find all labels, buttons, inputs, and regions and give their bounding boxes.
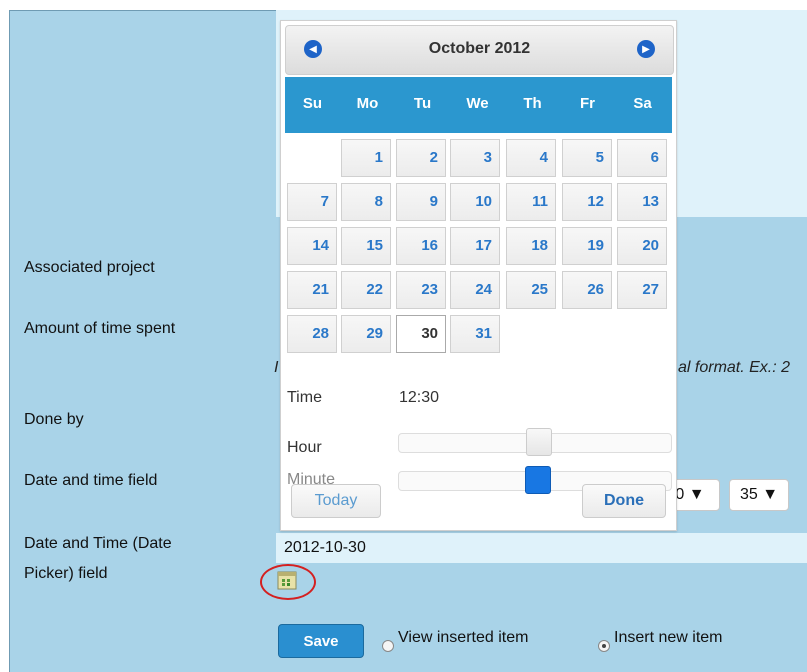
hint-fragment: I [274, 359, 279, 376]
day-20[interactable]: 20 [617, 227, 667, 265]
day-7[interactable]: 7 [287, 183, 337, 221]
radio-insert-new[interactable] [598, 640, 610, 652]
month-title: October 2012 [428, 40, 531, 57]
day-23[interactable]: 23 [396, 271, 446, 309]
weekday-we: We [466, 95, 489, 112]
day-31[interactable]: 31 [450, 315, 500, 353]
save-button[interactable]: Save [278, 624, 364, 658]
label-done-by: Done by [24, 411, 84, 428]
radio-view-label: View inserted item [398, 629, 529, 646]
day-14[interactable]: 14 [287, 227, 337, 265]
weekday-sa: Sa [633, 95, 652, 112]
day-22[interactable]: 22 [341, 271, 391, 309]
datepicker-header: ◀ October 2012 ▶ [285, 25, 674, 75]
radio-view-inserted[interactable] [382, 640, 394, 652]
label-amount-time: Amount of time spent [24, 320, 176, 337]
amount-hint: al format. Ex.: 2 [678, 359, 791, 376]
day-27[interactable]: 27 [617, 271, 667, 309]
weekday-mo: Mo [356, 95, 379, 112]
day-12[interactable]: 12 [562, 183, 612, 221]
hour-label: Hour [287, 439, 322, 456]
day-19[interactable]: 19 [562, 227, 612, 265]
label-associated-project: Associated project [24, 259, 155, 276]
datepicker-popup: ◀ October 2012 ▶ Su Mo Tu We Th Fr Sa 12345678… [280, 20, 677, 531]
day-16[interactable]: 16 [396, 227, 446, 265]
weekday-row: Su Mo Tu We Th Fr Sa [285, 77, 672, 133]
day-10[interactable]: 10 [450, 183, 500, 221]
day-30[interactable]: 30 [396, 315, 446, 353]
day-21[interactable]: 21 [287, 271, 337, 309]
day-8[interactable]: 8 [341, 183, 391, 221]
minute-select[interactable]: 35 ▼ [729, 479, 789, 511]
label-dt-picker-1: Date and Time (Date [24, 535, 172, 552]
day-15[interactable]: 15 [341, 227, 391, 265]
day-18[interactable]: 18 [506, 227, 556, 265]
hour-slider-handle[interactable] [526, 428, 553, 456]
day-17[interactable]: 17 [450, 227, 500, 265]
date-picker-input[interactable]: 2012-10-30 [276, 533, 807, 563]
next-month-icon[interactable]: ▶ [637, 40, 655, 58]
weekday-fr: Fr [580, 95, 595, 112]
today-button[interactable]: Today [291, 484, 381, 518]
day-24[interactable]: 24 [450, 271, 500, 309]
done-button[interactable]: Done [582, 484, 666, 518]
weekday-th: Th [523, 95, 542, 112]
day-1[interactable]: 1 [341, 139, 391, 177]
day-4[interactable]: 4 [506, 139, 556, 177]
day-5[interactable]: 5 [562, 139, 612, 177]
highlight-ellipse [260, 564, 316, 600]
weekday-tu: Tu [413, 95, 432, 112]
day-29[interactable]: 29 [341, 315, 391, 353]
day-26[interactable]: 26 [562, 271, 612, 309]
date-value: 2012-10-30 [284, 539, 366, 556]
time-label: Time [287, 389, 322, 406]
label-date-time-field: Date and time field [24, 472, 158, 489]
radio-insert-label: Insert new item [614, 629, 723, 646]
day-3[interactable]: 3 [450, 139, 500, 177]
day-9[interactable]: 9 [396, 183, 446, 221]
day-28[interactable]: 28 [287, 315, 337, 353]
day-6[interactable]: 6 [617, 139, 667, 177]
day-13[interactable]: 13 [617, 183, 667, 221]
day-2[interactable]: 2 [396, 139, 446, 177]
time-value: 12:30 [399, 389, 440, 406]
day-25[interactable]: 25 [506, 271, 556, 309]
minute-slider-handle[interactable] [525, 466, 551, 494]
day-11[interactable]: 11 [506, 183, 556, 221]
weekday-su: Su [302, 95, 323, 112]
label-dt-picker-2: Picker) field [24, 565, 108, 582]
